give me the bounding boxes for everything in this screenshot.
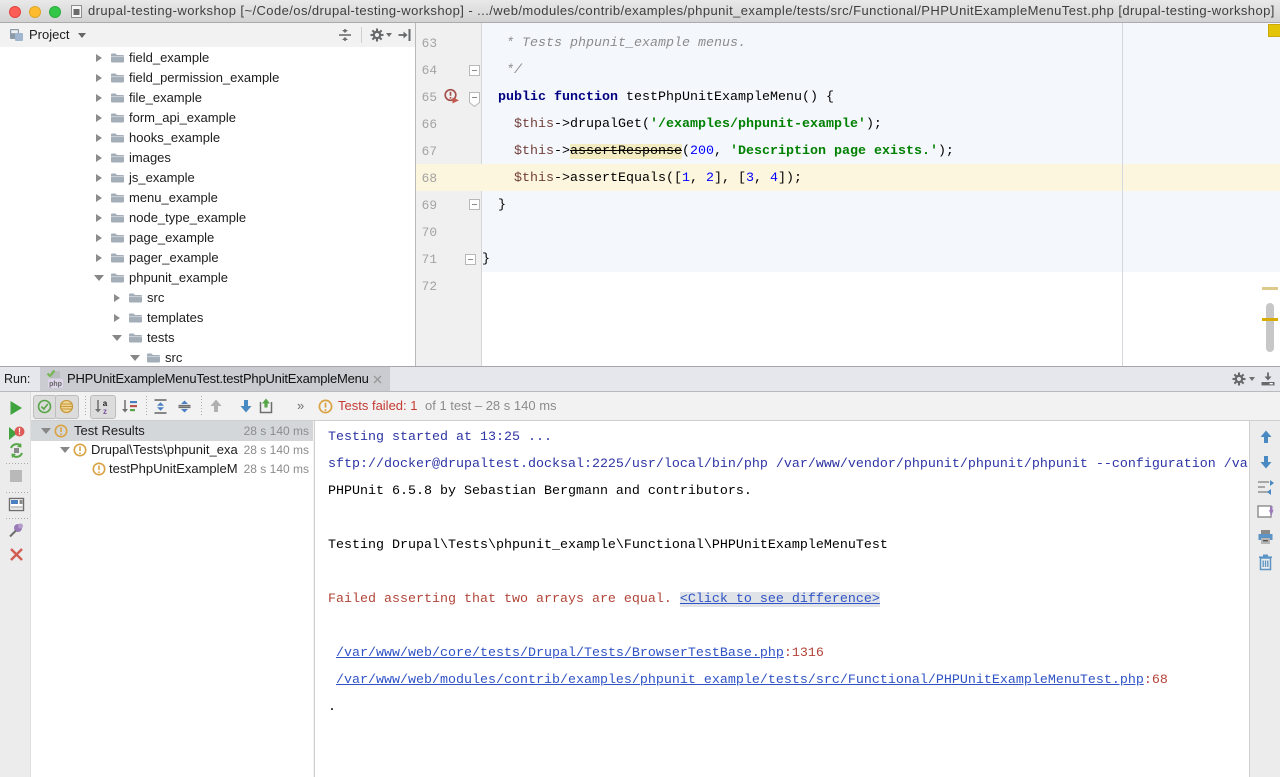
svg-text:z: z: [103, 407, 107, 415]
svg-text:php: php: [49, 381, 62, 388]
svg-text:!: !: [18, 427, 21, 437]
